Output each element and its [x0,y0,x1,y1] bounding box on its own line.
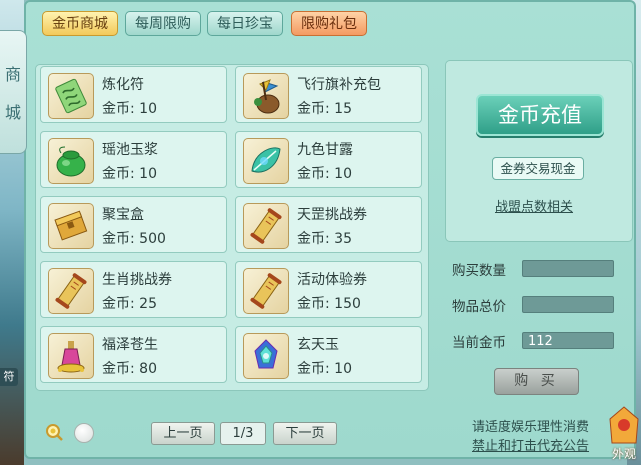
price-value: 25 [139,296,157,312]
quantity-label: 购买数量 [452,263,506,279]
item-name: 福泽苍生 [102,337,158,353]
prev-page-button[interactable]: 上一页 [151,422,215,445]
quantity-input[interactable] [522,260,614,277]
treasure-box-icon [48,203,94,249]
notice-anti-proxy-link[interactable]: 禁止和打击代充公告 [472,435,589,454]
appearance-icon [609,406,639,444]
item-name: 炼化符 [102,77,144,93]
price-value: 10 [139,166,157,182]
item-price: 金币: 10 [297,163,352,183]
price-prefix: 金币: [297,296,335,312]
scroll-icon [48,268,94,314]
price-prefix: 金币: [297,231,335,247]
item-price: 金币: 10 [297,358,352,378]
price-value: 500 [139,231,166,247]
item-card[interactable]: 福泽苍生 金币: 80 [40,326,227,383]
item-card[interactable]: 生肖挑战券 金币: 25 [40,261,227,318]
item-card[interactable]: 聚宝盒 金币: 500 [40,196,227,253]
item-card[interactable]: 炼化符 金币: 10 [40,66,227,123]
item-card[interactable]: 瑶池玉浆 金币: 10 [40,131,227,188]
price-value: 10 [334,166,352,182]
price-value: 80 [139,361,157,377]
item-name: 天罡挑战券 [297,207,367,223]
item-price: 金币: 10 [102,98,157,118]
appearance-label: 外观 [612,447,637,461]
total-price-label: 物品总价 [452,299,506,315]
item-card[interactable]: 九色甘露 金币: 10 [235,131,422,188]
item-name: 活动体验券 [297,272,367,288]
total-price-field [522,296,614,313]
alliance-points-link[interactable]: 战盟点数相关 [495,196,573,215]
appearance-button[interactable]: 外观 [608,405,641,465]
price-prefix: 金币: [102,166,140,182]
side-tab-char-2: 城 [4,103,21,122]
jade-pot-icon [48,138,94,184]
item-name: 生肖挑战券 [102,272,172,288]
item-name: 瑶池玉浆 [102,142,158,158]
price-prefix: 金币: [297,101,335,117]
tab-weekly-limit[interactable]: 每周限购 [125,11,201,36]
price-value: 15 [334,101,352,117]
talisman-icon [48,73,94,119]
item-card[interactable]: 活动体验券 金币: 150 [235,261,422,318]
item-price: 金币: 15 [297,98,352,118]
item-name: 九色甘露 [297,142,353,158]
item-name: 聚宝盒 [102,207,144,223]
tab-limited-gift[interactable]: 限购礼包 [291,11,367,36]
side-tab-char-1: 商 [4,65,21,84]
item-card[interactable]: 天罡挑战券 金币: 35 [235,196,422,253]
item-price: 金币: 80 [102,358,157,378]
potion-icon [48,333,94,379]
item-price: 金币: 35 [297,228,352,248]
item-card[interactable]: 玄天玉 金币: 10 [235,326,422,383]
item-price: 金币: 25 [102,293,157,313]
price-prefix: 金币: [297,166,335,182]
flag-pack-icon [243,73,289,119]
jade-gem-icon [243,333,289,379]
notice-consumption: 请适度娱乐理性消费 [472,420,590,435]
current-gold-field: 112 [522,332,614,349]
price-prefix: 金币: [297,361,335,377]
next-page-button[interactable]: 下一页 [273,422,337,445]
price-prefix: 金币: [102,231,140,247]
tab-gold-shop[interactable]: 金币商城 [42,11,118,36]
background-talisman-fragment: 符 [0,368,18,386]
scroll-icon [243,203,289,249]
price-value: 150 [334,296,361,312]
item-price: 金币: 500 [102,228,166,248]
item-card[interactable]: 飞行旗补充包 金币: 15 [235,66,422,123]
tab-daily-treasure[interactable]: 每日珍宝 [207,11,283,36]
price-value: 35 [334,231,352,247]
coupon-exchange-button[interactable]: 金券交易现金 [492,157,584,180]
nectar-leaf-icon [243,138,289,184]
item-name: 玄天玉 [297,337,339,353]
magnifier-icon[interactable] [45,423,63,441]
scroll-icon [243,268,289,314]
current-gold-label: 当前金币 [452,335,506,351]
item-price: 金币: 10 [102,163,157,183]
buy-button[interactable]: 购 买 [494,368,579,395]
price-value: 10 [139,101,157,117]
price-prefix: 金币: [102,101,140,117]
gold-recharge-button[interactable]: 金币充值 [476,94,604,136]
page-indicator: 1/3 [220,422,266,445]
side-tab-shop[interactable]: 商 城 [0,30,27,154]
price-value: 10 [334,361,352,377]
price-prefix: 金币: [102,361,140,377]
item-price: 金币: 150 [297,293,361,313]
toggle-dot[interactable] [74,423,94,443]
price-prefix: 金币: [102,296,140,312]
item-name: 飞行旗补充包 [297,77,381,93]
